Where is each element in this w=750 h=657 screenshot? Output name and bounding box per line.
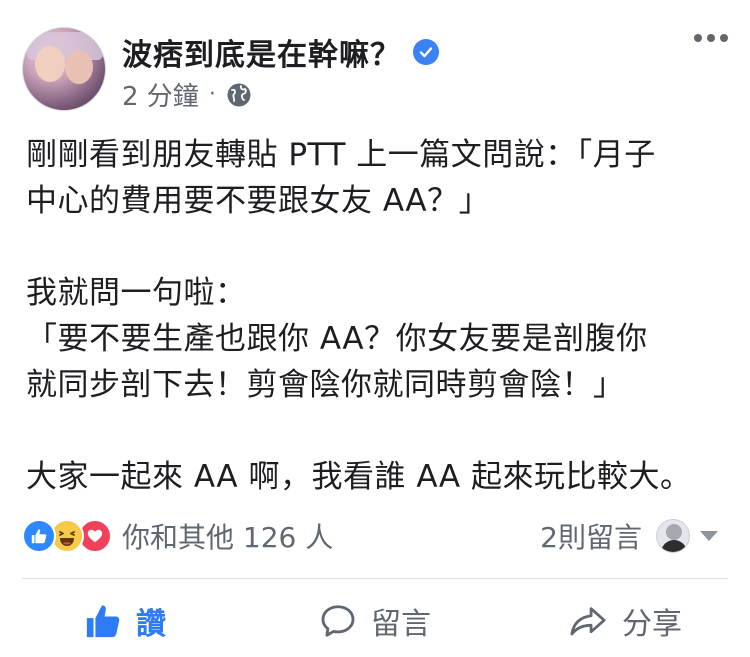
thumbs-up-icon xyxy=(86,605,120,638)
post-paragraph: 剛剛看到朋友轉貼 PTT 上一篇文問說：「月子 中心的費用要不要跟女友 AA？」 xyxy=(26,137,656,219)
share-button[interactable]: 分享 xyxy=(500,590,750,652)
post-header: 波痞到底是在幹嘛？ 2 分鐘 · xyxy=(0,0,750,120)
like-label: 讚 xyxy=(136,607,166,642)
like-reaction-icon xyxy=(22,519,56,553)
page-name[interactable]: 波痞到底是在幹嘛？ xyxy=(122,30,401,74)
post-meta: 2 分鐘 · xyxy=(122,76,252,113)
meta-separator: · xyxy=(208,82,216,107)
chevron-down-icon[interactable] xyxy=(700,531,718,541)
reaction-icons[interactable] xyxy=(22,519,112,553)
share-icon xyxy=(570,607,606,636)
viewer-avatar[interactable] xyxy=(656,519,690,553)
divider xyxy=(22,578,728,579)
post-paragraph: 我就問一句啦： 「要不要生產也跟你 AA？你女友要是剖腹你 就同步剖下去！剪會陰… xyxy=(26,275,648,403)
more-options-icon[interactable] xyxy=(694,34,728,42)
comment-icon xyxy=(321,605,355,637)
comment-label: 留言 xyxy=(371,607,431,642)
action-bar: 讚 留言 分享 xyxy=(0,590,750,652)
reactors-text[interactable]: 你和其他 126 人 xyxy=(122,516,333,556)
post-body: 剛剛看到朋友轉貼 PTT 上一篇文問說：「月子 中心的費用要不要跟女友 AA？」… xyxy=(26,132,726,500)
verified-badge-icon xyxy=(413,39,439,65)
globe-icon xyxy=(227,83,251,106)
post-paragraph: 大家一起來 AA 啊，我看誰 AA 起來玩比較大。 xyxy=(26,459,692,495)
author-row: 波痞到底是在幹嘛？ xyxy=(122,30,439,74)
like-button[interactable]: 讚 xyxy=(0,590,250,652)
timestamp[interactable]: 2 分鐘 xyxy=(122,76,199,113)
page-avatar[interactable] xyxy=(22,27,106,111)
share-label: 分享 xyxy=(622,607,682,642)
comment-button[interactable]: 留言 xyxy=(250,590,500,652)
comments-count[interactable]: 2則留言 xyxy=(540,516,642,556)
reactions-summary[interactable]: 你和其他 126 人 2則留言 xyxy=(22,514,728,558)
